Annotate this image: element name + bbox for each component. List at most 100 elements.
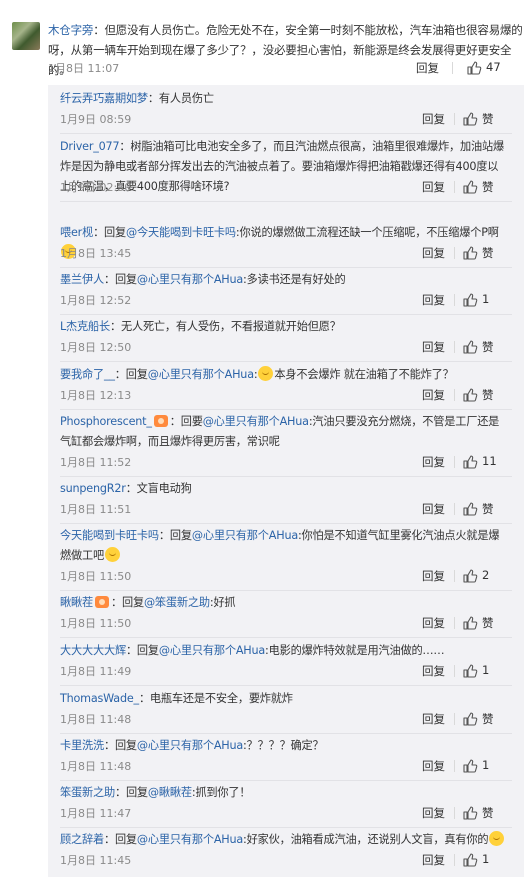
divider [454,760,455,772]
reply-date: 1月8日 11:50 [60,617,132,630]
reply-divider [60,780,512,781]
reply-meta: 1月8日 12:13 回复 赞 [60,387,508,403]
reply-username[interactable]: 顾之辞着 [60,833,104,846]
reply-username[interactable]: ThomasWade_ [60,692,139,705]
reply-button[interactable]: 回复 [422,805,445,821]
reply-body: :多读书还是有好处的 [243,273,346,286]
reply-body: ：电瓶车还是不安全，要炸就炸 [138,692,293,705]
like-count: 2 [482,568,490,582]
like-button[interactable]: 1 [462,663,508,679]
reply-divider [60,409,512,410]
reply-text: 卡里洗洗：回复@心里只有那个AHua:？？？？确定？ [60,736,508,756]
thumbs-up-icon [463,712,478,726]
reply-username[interactable]: 喂er枧 [60,226,93,239]
like-button[interactable]: 2 [462,568,508,584]
reply-username[interactable]: 今天能喝到卡旺卡吗 [60,529,159,542]
reply-username[interactable]: L杰克船长 [60,320,110,333]
reply-button[interactable]: 回复 [422,568,445,584]
reply-meta: 1月8日 11:48 回复 1 [60,758,508,774]
reply-mention[interactable]: @心里只有那个AHua [159,644,265,657]
reply-button[interactable]: 回复 [422,339,445,355]
like-button[interactable]: 赞 [462,615,508,631]
reply-username[interactable]: 纤云弄巧嘉期如梦 [60,92,148,105]
reply-divider [60,523,512,524]
like-button[interactable]: 1 [462,852,508,868]
reply-date: 1月9日 08:59 [60,113,132,126]
reply-body: :好家伙，油箱看成汽油，还说别人文盲，真有你的 [243,833,489,846]
divider [454,503,455,515]
reply-actions: 回复 1 [422,758,508,774]
comment-actions: 回复 47 [416,60,524,76]
thumbs-up-icon [463,293,478,307]
reply-username[interactable]: 瞅瞅茬 [60,596,93,609]
divider [454,456,455,468]
reply-date: 1月8日 11:48 [60,713,132,726]
like-button[interactable]: 赞 [462,805,508,821]
divider [454,854,455,866]
reply-prefix: ：回要 [169,415,203,428]
comment-username[interactable]: 木仓字旁 [48,23,93,37]
like-button[interactable]: 赞 [462,711,508,727]
reply-button[interactable]: 回复 [422,111,445,127]
reply-button[interactable]: 回复 [422,292,445,308]
reply-mention[interactable]: @心里只有那个AHua [203,415,309,428]
reply-divider [60,201,512,202]
reply-mention[interactable]: @心里只有那个AHua [137,833,243,846]
reply-body-tail: 本身不会爆炸 就在油箱了不能炸了？ [274,368,454,381]
reply-mention[interactable]: @心里只有那个AHua [137,739,243,752]
reply-body: :你说的爆燃做工流程还缺一个压缩呢，不压缩爆个P啊 [235,226,499,239]
like-button[interactable]: 赞 [462,245,508,261]
reply-prefix: ：回复 [125,644,159,657]
reply-mention[interactable]: @瞅瞅茬 [148,786,192,799]
reply-button[interactable]: 回复 [422,454,445,470]
comment-date: 1月8日 11:07 [48,62,120,75]
reply-button[interactable]: 回复 [422,179,445,195]
reply-mention[interactable]: @心里只有那个AHua [148,368,254,381]
reply-text: L杰克船长：无人死亡，有人受伤，不看报道就开始但愿？ [60,317,508,337]
like-button[interactable]: 赞 [462,387,508,403]
reply-username[interactable]: 卡里洗洗 [60,739,104,752]
reply-body: ：无人死亡，有人受伤，不看报道就开始但愿？ [109,320,341,333]
reply-date: 1月8日 12:50 [60,341,132,354]
reply-button[interactable]: 回复 [422,387,445,403]
like-button[interactable]: 1 [462,292,508,308]
like-button[interactable]: 赞 [462,339,508,355]
like-button[interactable]: 47 [466,60,524,76]
reply-username[interactable]: Driver_077 [60,140,120,153]
reply-mention[interactable]: @心里只有那个AHua [192,529,298,542]
reply-prefix: ：回复 [93,226,127,239]
reply-button[interactable]: 回复 [422,245,445,261]
reply-button[interactable]: 回复 [422,758,445,774]
reply-mention[interactable]: @心里只有那个AHua [137,273,243,286]
reply-mention[interactable]: @今天能喝到卡旺卡吗 [126,226,236,239]
reply-button[interactable]: 回复 [422,663,445,679]
like-button[interactable]: 赞 [462,179,508,195]
like-count: 赞 [482,180,494,194]
reply-username[interactable]: 大大大大大辉 [60,644,126,657]
reply-button[interactable]: 回复 [422,711,445,727]
reply-button[interactable]: 回复 [422,501,445,517]
reply-text: 墨兰伊人：回复@心里只有那个AHua:多读书还是有好处的 [60,270,508,290]
thumbs-up-icon [463,502,478,516]
reply-username[interactable]: sunpengR2r [60,482,126,495]
reply-date: 1月8日 13:45 [60,247,132,260]
reply-username[interactable]: Phosphorescent_ [60,415,152,428]
reply-meta: 1月8日 11:49 回复 1 [60,663,508,679]
reply-button[interactable]: 回复 [416,60,439,76]
reply-date: 1月8日 11:50 [60,570,132,583]
reply-mention[interactable]: @笨蛋新之助 [144,596,210,609]
like-count: 1 [482,758,490,772]
avatar[interactable] [12,22,40,50]
reply-username[interactable]: 墨兰伊人 [60,273,104,286]
like-button[interactable]: 赞 [462,111,508,127]
reply-button[interactable]: 回复 [422,852,445,868]
thumbs-up-icon [463,806,478,820]
reply-button[interactable]: 回复 [422,615,445,631]
reply-username[interactable]: 笨蛋新之助 [60,786,115,799]
like-count: 赞 [482,502,494,516]
like-button[interactable]: 赞 [462,501,508,517]
like-button[interactable]: 1 [462,758,508,774]
emoji-icon [258,366,274,381]
reply-username[interactable]: 要我命了__ [60,368,115,381]
like-button[interactable]: 11 [462,454,508,470]
